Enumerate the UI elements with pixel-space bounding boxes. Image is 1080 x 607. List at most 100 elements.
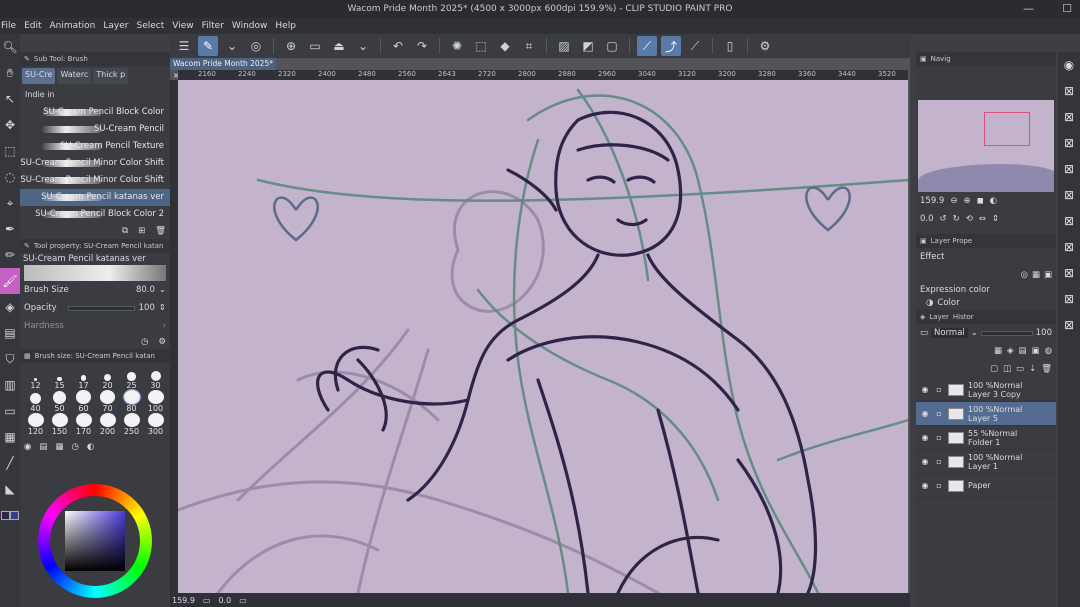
flip-h-icon[interactable]: ⇔: [979, 214, 986, 224]
sub-tool-tab[interactable]: Waterc: [57, 68, 92, 84]
close-icon[interactable]: ⊠: [1058, 208, 1080, 234]
clear-outside-icon[interactable]: ⬚: [471, 36, 491, 56]
eye-icon[interactable]: ◉: [920, 385, 930, 394]
trash-icon[interactable]: 🗑︎: [155, 226, 166, 236]
menu-edit[interactable]: Edit: [24, 18, 49, 34]
opacity-value[interactable]: 100: [139, 303, 155, 313]
navigator-tab-label[interactable]: Navig: [931, 52, 951, 66]
brush-size-option[interactable]: 250: [120, 413, 143, 436]
chevron-down-icon[interactable]: ⌄: [971, 328, 978, 338]
blend-mode-select[interactable]: Normal: [931, 328, 968, 338]
intermediate-icon[interactable]: ◐: [87, 442, 94, 452]
figure-icon[interactable]: ▭: [0, 398, 20, 424]
layer-row[interactable]: ◉ ▫ 100 %Normal Layer 5: [916, 402, 1056, 426]
menu-help[interactable]: Help: [275, 18, 304, 34]
edit-toggle-icon[interactable]: ▫: [934, 385, 944, 394]
chevron-down-icon[interactable]: ⌄: [222, 36, 242, 56]
fit-icon[interactable]: ▭: [203, 596, 211, 605]
text-icon[interactable]: ▦: [0, 424, 20, 450]
navigator-preview[interactable]: [918, 100, 1054, 192]
edit-toggle-icon[interactable]: ▫: [934, 457, 944, 466]
zoom-slider-icon[interactable]: ◐: [990, 196, 997, 206]
document-tab[interactable]: Wacom Pride Month 2025* ×: [170, 58, 276, 80]
open-folder-icon[interactable]: ▭: [305, 36, 325, 56]
clip-icon[interactable]: ▦: [994, 346, 1002, 356]
mask-icon[interactable]: ◍: [1045, 346, 1052, 356]
menu-layer[interactable]: Layer: [103, 18, 136, 34]
edit-toggle-icon[interactable]: ▫: [934, 481, 944, 490]
layer-row[interactable]: ◉ ▫ Paper: [916, 474, 1056, 498]
rotate-right-icon[interactable]: ↻: [953, 214, 960, 224]
zoom-value[interactable]: 159.9: [172, 596, 195, 605]
trash-icon[interactable]: 🗑︎: [1041, 364, 1052, 374]
flip-v-icon[interactable]: ⇕: [992, 214, 999, 224]
flip-icon[interactable]: ▭: [239, 596, 247, 605]
snap-to-grid-icon[interactable]: ⟋: [685, 36, 705, 56]
snap-to-ruler-icon[interactable]: ⟋: [637, 36, 657, 56]
border-effect-icon[interactable]: ◎: [1021, 270, 1028, 280]
hamburger-menu-icon[interactable]: ☰: [174, 36, 194, 56]
menu-view[interactable]: View: [172, 18, 201, 34]
list-item[interactable]: SU-Cream Pencil Minor Color Shift: [20, 155, 170, 172]
zoom-icon[interactable]: 🔍︎: [0, 34, 20, 60]
layer-row[interactable]: ◉ ▫ 55 %Normal Folder 1: [916, 426, 1056, 450]
reference-icon[interactable]: ◈: [1007, 346, 1014, 356]
settings-icon[interactable]: ⚙: [755, 36, 775, 56]
list-item[interactable]: SU-Cream Pencil Minor Color Shift 2: [20, 172, 170, 202]
reset-icon[interactable]: ◷: [141, 337, 148, 347]
close-icon[interactable]: ⊠: [1058, 260, 1080, 286]
transform-icon[interactable]: ⌗: [519, 36, 539, 56]
close-icon[interactable]: ⊠: [1058, 104, 1080, 130]
new-folder-icon[interactable]: ▭: [1016, 364, 1024, 374]
sub-tool-tab[interactable]: Indie in: [22, 88, 58, 102]
lasso-icon[interactable]: ◌: [0, 164, 20, 190]
gradient-icon[interactable]: ▥: [0, 372, 20, 398]
navigator-icon[interactable]: ◉: [1058, 52, 1080, 78]
list-item[interactable]: SU-Cream Pencil Block Color 2: [20, 206, 170, 223]
brush-size-option[interactable]: 60: [72, 390, 95, 413]
line-icon[interactable]: ╱: [0, 450, 20, 476]
close-icon[interactable]: ⊠: [1058, 130, 1080, 156]
pen-icon[interactable]: ✒: [0, 216, 20, 242]
brush-size-option[interactable]: 17: [72, 367, 95, 390]
add-icon[interactable]: ⊞: [138, 226, 145, 236]
layer-opacity-slider[interactable]: [980, 330, 1033, 336]
close-icon[interactable]: ⊠: [1058, 234, 1080, 260]
brush-size-option[interactable]: 150: [48, 413, 71, 436]
chevron-down-icon[interactable]: ⌄: [159, 285, 166, 295]
color-square[interactable]: [65, 511, 125, 571]
fill-tool-icon[interactable]: ⛉: [0, 346, 20, 372]
new-raster-icon[interactable]: ▢: [990, 364, 998, 374]
brush-size-option[interactable]: 170: [72, 413, 95, 436]
operation-icon[interactable]: ↖: [0, 86, 20, 112]
zoom-in-icon[interactable]: ⊕: [963, 196, 970, 206]
close-icon[interactable]: ⊠: [1058, 182, 1080, 208]
reset-rotation-icon[interactable]: ⟲: [966, 214, 973, 224]
palette-icon[interactable]: ▤: [39, 442, 47, 452]
brush-size-value[interactable]: 80.0: [136, 285, 155, 295]
new-vector-icon[interactable]: ◫: [1003, 364, 1011, 374]
eraser-icon[interactable]: ◈: [0, 294, 20, 320]
smartphone-icon[interactable]: ▯: [720, 36, 740, 56]
blend-icon[interactable]: ▤: [0, 320, 20, 346]
menu-animation[interactable]: Animation: [50, 18, 104, 34]
brush-size-option[interactable]: 40: [24, 390, 47, 413]
maximize-button[interactable]: ☐: [1062, 0, 1072, 18]
history-tab[interactable]: Histor: [953, 310, 974, 324]
navigator-viewport[interactable]: [984, 112, 1030, 146]
brush-size-option[interactable]: 300: [144, 413, 167, 436]
brush-size-option[interactable]: 200: [96, 413, 119, 436]
navigator-zoom[interactable]: 159.9: [920, 196, 944, 206]
navigator-rotation[interactable]: 0.0: [920, 214, 934, 224]
undo-icon[interactable]: ↶: [388, 36, 408, 56]
new-file-icon[interactable]: ⊕: [281, 36, 301, 56]
quick-access-icon[interactable]: ✎: [198, 36, 218, 56]
lock-icon[interactable]: ▣: [1032, 346, 1040, 356]
brush-size-option[interactable]: 15: [48, 367, 71, 390]
minimize-button[interactable]: —: [1023, 0, 1034, 18]
close-icon[interactable]: ⊠: [1058, 286, 1080, 312]
menu-window[interactable]: Window: [232, 18, 276, 34]
snap-to-special-ruler-icon[interactable]: ⤴: [661, 36, 681, 56]
list-item[interactable]: SU-Cream Pencil Block Color: [20, 104, 170, 121]
color-wheel-icon[interactable]: ◉: [24, 442, 31, 452]
